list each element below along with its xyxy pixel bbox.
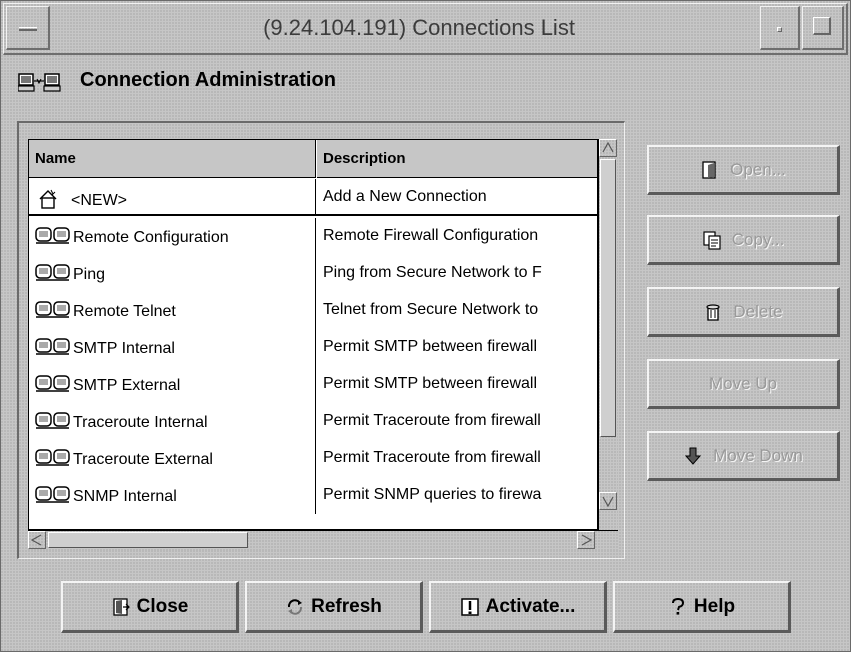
scroll-right-button[interactable] <box>577 531 595 549</box>
scroll-down-button[interactable] <box>599 492 617 510</box>
horizontal-scrollbar[interactable] <box>28 530 618 550</box>
move-up-button[interactable]: Move Up <box>647 359 840 409</box>
connection-icon <box>35 227 70 244</box>
row-name: Ping <box>73 266 106 283</box>
row-description: Remote Firewall Configuration <box>323 227 539 244</box>
header-title: Connection Administration <box>80 69 336 91</box>
vertical-scrollbar[interactable] <box>598 139 618 530</box>
connection-icon <box>35 301 70 318</box>
row-name: SMTP Internal <box>73 340 175 357</box>
table-row[interactable]: SNMP Internal Permit SNMP queries to fir… <box>29 477 597 514</box>
copy-button[interactable]: Copy... <box>647 215 840 265</box>
maximize-button[interactable] <box>802 6 844 50</box>
window-title: (9.24.104.191) Connections List <box>263 15 575 40</box>
column-header-name[interactable]: Name <box>29 140 316 178</box>
open-door-icon <box>702 160 716 179</box>
delete-button[interactable]: Delete <box>647 287 840 337</box>
row-description: Permit SMTP between firewall <box>323 338 537 355</box>
network-computers-icon <box>18 73 61 92</box>
row-description: Permit Traceroute from firewall <box>323 412 541 429</box>
refresh-icon <box>288 598 303 615</box>
table-row[interactable]: <NEW> Add a New Connection <box>29 179 597 216</box>
new-document-icon <box>39 189 57 209</box>
open-button[interactable]: Open... <box>647 145 840 195</box>
connections-table[interactable]: Name Description <NEW> Add a New Connect… <box>28 139 598 530</box>
connection-icon <box>35 264 70 281</box>
row-description: Permit SMTP between firewall <box>323 375 537 392</box>
column-header-description[interactable]: Description <box>317 140 597 178</box>
arrow-down-icon <box>602 496 614 508</box>
row-description: Ping from Secure Network to F <box>323 264 542 281</box>
arrow-up-icon <box>602 141 614 153</box>
minimize-icon <box>777 27 782 32</box>
window-menu-icon <box>19 27 37 31</box>
table-row[interactable]: Remote Configuration Remote Firewall Con… <box>29 218 597 255</box>
row-name: Traceroute External <box>73 451 213 468</box>
activate-icon <box>460 597 479 616</box>
scroll-up-button[interactable] <box>599 139 617 157</box>
help-button[interactable]: Help <box>613 581 791 633</box>
table-row[interactable]: SMTP Internal Permit SMTP between firewa… <box>29 329 597 366</box>
table-row[interactable]: Traceroute External Permit Traceroute fr… <box>29 440 597 477</box>
vertical-scroll-thumb[interactable] <box>600 159 616 437</box>
title-bar[interactable]: (9.24.104.191) Connections List <box>3 3 848 55</box>
close-button[interactable]: Close <box>61 581 239 633</box>
row-name: Remote Telnet <box>73 303 176 320</box>
row-name: Traceroute Internal <box>73 414 208 431</box>
row-description: Telnet from Secure Network to <box>323 301 539 318</box>
table-row[interactable]: Traceroute Internal Permit Traceroute fr… <box>29 403 597 440</box>
move-down-button[interactable]: Move Down <box>647 431 840 481</box>
row-name: SNMP Internal <box>73 488 177 505</box>
arrow-right-icon <box>581 534 593 546</box>
connection-icon <box>35 412 70 429</box>
connection-icon <box>35 449 70 466</box>
row-name: <NEW> <box>71 192 128 209</box>
help-question-icon <box>671 597 684 615</box>
scroll-left-button[interactable] <box>28 531 46 549</box>
copy-icon <box>703 230 721 250</box>
row-description: Permit Traceroute from firewall <box>323 449 541 466</box>
maximize-icon <box>813 17 831 35</box>
connections-list-window: (9.24.104.191) Connections List Connecti… <box>0 0 851 652</box>
row-name: Remote Configuration <box>73 229 229 246</box>
connection-icon <box>35 486 70 503</box>
row-name: SMTP External <box>73 377 181 394</box>
arrow-left-icon <box>30 534 42 546</box>
table-row[interactable]: Ping Ping from Secure Network to F <box>29 255 597 292</box>
table-row[interactable]: Remote Telnet Telnet from Secure Network… <box>29 292 597 329</box>
arrow-down-icon <box>685 447 702 465</box>
connection-icon <box>35 338 70 355</box>
connection-icon <box>35 375 70 392</box>
trash-can-icon <box>706 303 721 321</box>
minimize-button[interactable] <box>760 6 800 50</box>
table-row[interactable]: SMTP External Permit SMTP between firewa… <box>29 366 597 403</box>
close-door-icon <box>112 597 130 616</box>
horizontal-scroll-thumb[interactable] <box>48 532 248 548</box>
window-menu-button[interactable] <box>6 6 50 50</box>
row-description: Add a New Connection <box>323 188 487 205</box>
activate-button[interactable]: Activate... <box>429 581 607 633</box>
refresh-button[interactable]: Refresh <box>245 581 423 633</box>
row-description: Permit SNMP queries to firewa <box>323 486 542 503</box>
